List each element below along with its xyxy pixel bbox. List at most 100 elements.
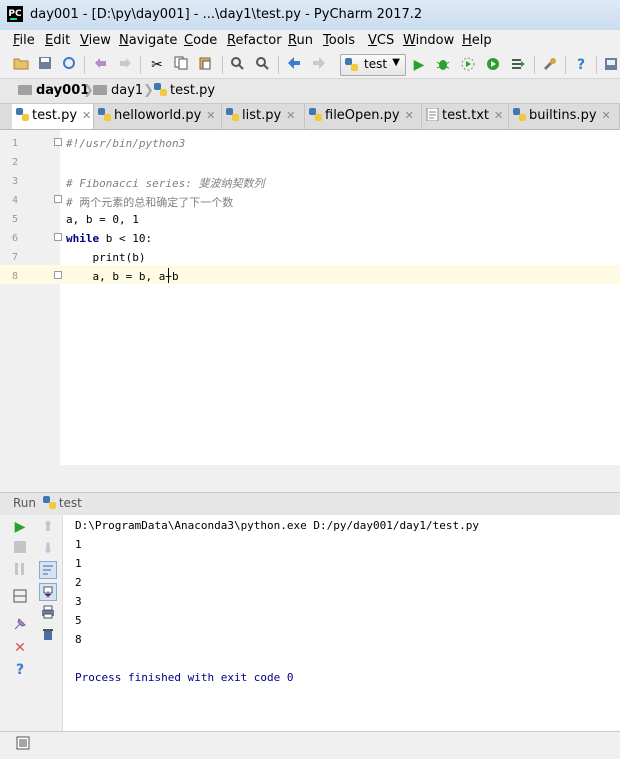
menu-refactor[interactable]: Refactor xyxy=(227,33,282,48)
close-icon[interactable]: ✕ xyxy=(286,109,295,122)
code-line-1: #!/usr/bin/python3 xyxy=(66,137,186,150)
run-console[interactable] xyxy=(63,515,620,731)
toggle-tool-windows-icon[interactable] xyxy=(14,736,32,754)
console-output-line: 1 xyxy=(75,538,82,551)
settings-wrench-icon[interactable] xyxy=(541,56,559,74)
line-number: 2 xyxy=(12,157,19,168)
sync-icon[interactable] xyxy=(60,56,78,74)
code-line-6-rest: b < 10: xyxy=(99,232,153,245)
debug-icon[interactable] xyxy=(434,56,452,74)
breadcrumb-project[interactable]: day001 xyxy=(18,83,89,98)
menu-edit[interactable]: Edit xyxy=(45,33,70,48)
window-title: day001 - [D:\py\day001] - ...\day1\test.… xyxy=(30,7,423,22)
run-panel-header: Run test xyxy=(0,492,620,516)
menu-tools[interactable]: Tools xyxy=(323,33,355,48)
rerun-icon[interactable]: ▶ xyxy=(11,518,29,536)
breadcrumb-file[interactable]: test.py xyxy=(154,83,215,98)
layout-icon[interactable] xyxy=(11,589,29,607)
tab-fileopen-py[interactable]: fileOpen.py ✕ xyxy=(305,104,422,129)
menu-file[interactable]: File xyxy=(13,33,35,48)
code-line-6: while b < 10: xyxy=(66,232,152,245)
soft-wrap-icon[interactable] xyxy=(39,561,57,579)
replace-icon[interactable] xyxy=(253,56,271,74)
line-number: 8 xyxy=(12,271,19,282)
cut-icon[interactable]: ✂ xyxy=(148,56,166,74)
close-icon[interactable]: ✕ xyxy=(82,109,91,122)
python-file-icon xyxy=(226,108,239,121)
folder-icon xyxy=(18,85,32,95)
close-icon[interactable]: ✕ xyxy=(494,109,503,122)
fold-toggle-icon[interactable] xyxy=(54,195,62,203)
run-configuration-select[interactable]: test ▼ xyxy=(340,54,406,76)
text-file-icon xyxy=(426,108,439,121)
close-icon[interactable]: ✕ xyxy=(206,109,215,122)
scroll-to-end-icon[interactable] xyxy=(39,583,57,601)
line-number: 5 xyxy=(12,214,19,225)
code-line-5: a, b = 0, 1 xyxy=(66,213,139,226)
menu-help[interactable]: Help xyxy=(462,33,492,48)
pin-icon[interactable] xyxy=(11,617,29,635)
print-icon[interactable] xyxy=(39,605,57,623)
folder-icon xyxy=(93,85,107,95)
console-output-line: 1 xyxy=(75,557,82,570)
tab-test-txt[interactable]: test.txt ✕ xyxy=(422,104,509,129)
back-icon[interactable] xyxy=(285,56,303,74)
line-number: 4 xyxy=(12,195,19,206)
clear-trash-icon[interactable] xyxy=(39,627,57,645)
undo-icon[interactable] xyxy=(92,56,110,74)
close-icon[interactable]: ✕ xyxy=(405,109,414,122)
coverage-icon[interactable] xyxy=(459,56,477,74)
open-folder-icon[interactable] xyxy=(12,56,30,74)
line-number: 3 xyxy=(12,176,19,187)
menu-code[interactable]: Code xyxy=(184,33,217,48)
save-icon[interactable] xyxy=(36,56,54,74)
menu-window[interactable]: Window xyxy=(403,33,454,48)
help-icon[interactable]: ? xyxy=(11,661,29,679)
menu-run[interactable]: Run xyxy=(288,33,313,48)
python-file-icon xyxy=(16,108,29,121)
stop-icon[interactable] xyxy=(11,540,29,558)
menu-navigate[interactable]: Navigate xyxy=(119,33,177,48)
tab-helloworld-py[interactable]: helloworld.py ✕ xyxy=(94,104,222,129)
run-panel-title: Run test xyxy=(13,496,82,510)
breadcrumb-folder[interactable]: day1 xyxy=(93,83,143,98)
python-icon xyxy=(345,58,358,71)
code-line-4: # 两个元素的总和确定了下一个数 xyxy=(66,196,234,209)
line-number: 6 xyxy=(12,233,19,244)
editor-tabs: test.py ✕ helloworld.py ✕ list.py ✕ fileOpe… xyxy=(0,104,620,130)
run-icon[interactable]: ▶ xyxy=(410,56,428,74)
close-icon[interactable]: ✕ xyxy=(602,109,611,122)
redo-icon[interactable] xyxy=(116,56,134,74)
pause-icon[interactable] xyxy=(11,562,29,580)
code-line-7: print(b) xyxy=(66,251,146,264)
concurrency-icon[interactable] xyxy=(509,56,527,74)
sdk-icon[interactable] xyxy=(603,56,620,74)
python-file-icon xyxy=(309,108,322,121)
text-caret xyxy=(168,268,169,283)
profile-icon[interactable] xyxy=(484,56,502,74)
tab-builtins-py[interactable]: builtins.py ✕ xyxy=(509,104,620,129)
python-file-icon xyxy=(154,83,167,96)
console-output-line: 2 xyxy=(75,576,82,589)
menu-view[interactable]: View xyxy=(80,33,111,48)
up-arrow-icon[interactable]: ⬆ xyxy=(39,518,57,536)
pycharm-logo-icon: PC xyxy=(7,6,23,22)
close-icon[interactable]: ✕ xyxy=(11,639,29,657)
breadcrumb-separator-icon: ❯ xyxy=(143,83,154,98)
keyword-while: while xyxy=(66,232,100,245)
menu-vcs[interactable]: VCS xyxy=(368,33,394,48)
title-bar: PC day001 - [D:\py\day001] - ...\day1\te… xyxy=(0,0,620,31)
fold-toggle-icon[interactable] xyxy=(54,138,62,146)
menu-bar: File Edit View Navigate Code Refactor Ru… xyxy=(0,30,620,52)
forward-icon[interactable] xyxy=(310,56,328,74)
fold-toggle-icon[interactable] xyxy=(54,233,62,241)
run-panel-toolbar: ▶ ✕ ? ⬆ ⬇ xyxy=(0,515,63,731)
copy-icon[interactable] xyxy=(172,56,190,74)
help-icon[interactable]: ? xyxy=(572,56,590,74)
down-arrow-icon[interactable]: ⬇ xyxy=(39,540,57,558)
fold-toggle-icon[interactable] xyxy=(54,271,62,279)
tab-list-py[interactable]: list.py ✕ xyxy=(222,104,305,129)
paste-icon[interactable] xyxy=(196,56,214,74)
tab-test-py[interactable]: test.py ✕ xyxy=(12,104,94,129)
find-icon[interactable] xyxy=(228,56,246,74)
